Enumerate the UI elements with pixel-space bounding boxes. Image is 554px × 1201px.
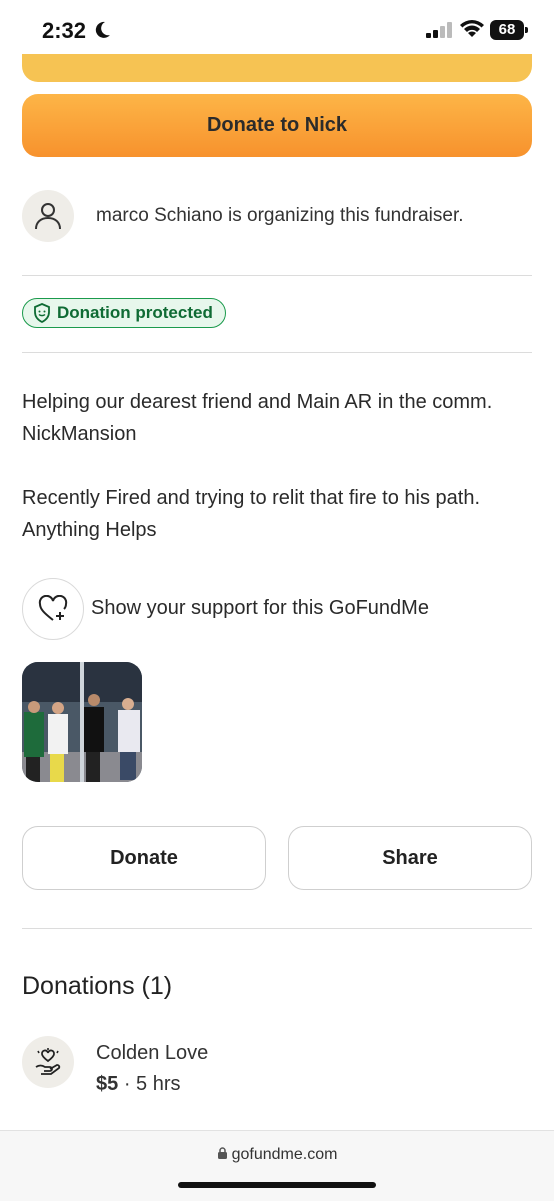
donor-name: Colden Love [96, 1042, 209, 1064]
share-button[interactable]: Share [288, 826, 532, 890]
hand-heart-icon [35, 1048, 61, 1075]
donate-button[interactable]: Donate [22, 826, 266, 890]
donation-protected-badge[interactable]: Donation protected [22, 298, 226, 328]
badge-label: Donation protected [57, 303, 213, 322]
moon-icon [95, 21, 110, 38]
organizer-text: marco Schiano is organizing this fundrai… [96, 205, 464, 226]
shield-icon [34, 303, 50, 323]
photo-image [22, 662, 142, 782]
support-text[interactable]: Show your support for this GoFundMe [91, 597, 429, 620]
wifi-icon [460, 20, 484, 37]
organizer-avatar [22, 190, 74, 242]
description-line: Helping our dearest friend and Main AR i… [22, 391, 493, 413]
fundraiser-photo[interactable] [22, 662, 142, 782]
donations-heading: Donations (1) [22, 972, 173, 1000]
description-line: Anything Helps [22, 519, 157, 541]
user-icon [35, 203, 61, 230]
partial-button-above[interactable] [22, 54, 532, 82]
donor-avatar [22, 1036, 74, 1088]
donate-to-nick-button[interactable]: Donate to Nick [22, 94, 532, 157]
donor-amount-line: $5 · 5 hrs [96, 1073, 181, 1096]
divider [22, 352, 532, 353]
url-display[interactable]: gofundme.com [0, 1146, 554, 1164]
cellular-signal-icon [426, 22, 452, 38]
browser-url-bar[interactable] [0, 1130, 554, 1201]
url-text: gofundme.com [231, 1146, 338, 1163]
battery-indicator: 68 [490, 20, 528, 40]
support-heart-button[interactable] [22, 578, 84, 640]
donor-amount: $5 [96, 1073, 119, 1095]
lock-icon [217, 1147, 227, 1159]
heart-plus-icon [38, 595, 68, 621]
divider [22, 928, 532, 929]
divider [22, 275, 532, 276]
description-line: NickMansion [22, 423, 137, 445]
home-indicator[interactable] [178, 1182, 376, 1188]
description-line: Recently Fired and trying to relit that … [22, 487, 480, 509]
donor-time: · 5 hrs [123, 1073, 181, 1095]
status-time: 2:32 [42, 18, 87, 43]
